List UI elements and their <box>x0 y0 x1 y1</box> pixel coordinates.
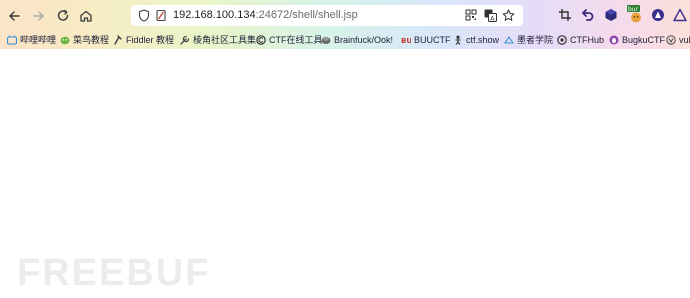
bookmark-bilibili[interactable]: 哔哩哔哩 <box>7 31 56 48</box>
bookmark-label: 菜鸟教程 <box>73 35 110 45</box>
bookmark-label: CTFHub <box>570 34 605 45</box>
fiddler-icon <box>113 34 123 45</box>
back-icon[interactable] <box>4 6 24 26</box>
bookmark-label: 棱角社区工具集 <box>193 35 257 45</box>
url-host: 192.168.100.134 <box>173 9 256 21</box>
browser-chrome: 192.168.100.134:24672/shell/shell.jsp A … <box>0 0 690 49</box>
bookmark-label: Brainfuck/Ook! <box>334 34 394 45</box>
ctfshow-icon <box>453 35 463 45</box>
circle-extension-icon[interactable] <box>649 6 667 24</box>
bookmark-label: 哔哩哔哩 <box>20 35 57 45</box>
bookmark-label: BUUCTF <box>414 34 451 45</box>
warning-extension-icon[interactable] <box>671 6 689 24</box>
bookmark-buuctf[interactable]: BU BUUCTF <box>401 31 451 48</box>
shield-icon[interactable] <box>137 8 151 22</box>
burp-extension-icon[interactable]: bur <box>626 4 646 24</box>
burp-badge-text: bur <box>628 6 639 13</box>
url-path: :24672/shell/shell.jsp <box>255 9 358 21</box>
buuctf-icon: BU <box>401 35 411 45</box>
runoob-icon <box>60 35 70 45</box>
address-bar[interactable]: 192.168.100.134:24672/shell/shell.jsp A <box>131 5 523 26</box>
bookmark-tools[interactable]: 棱角社区工具集 <box>180 31 256 48</box>
qr-code-icon[interactable] <box>464 8 478 22</box>
mozhe-icon <box>504 35 514 45</box>
bilibili-icon <box>7 34 17 45</box>
bookmark-fiddler[interactable]: Fiddler 教程 <box>113 31 174 48</box>
vulhub-icon <box>666 34 676 45</box>
freebuf-watermark: FREEBUF <box>17 252 211 294</box>
undo-icon[interactable] <box>579 6 597 24</box>
crop-icon[interactable] <box>556 6 574 24</box>
bookmark-label: CTF在线工具 <box>269 35 323 45</box>
bookmark-ctfhub[interactable]: CTFHub <box>557 31 604 48</box>
bookmark-runoob[interactable]: 菜鸟教程 <box>60 31 109 48</box>
bookmark-brainfuck[interactable]: Brainfuck/Ook! <box>321 31 393 48</box>
bugku-icon <box>609 35 619 45</box>
bookmark-label: vul <box>679 34 690 45</box>
bookmark-bugku[interactable]: BugkuCTF <box>609 31 665 48</box>
browser-toolbar: 192.168.100.134:24672/shell/shell.jsp A … <box>0 0 690 31</box>
forward-icon[interactable] <box>29 6 49 26</box>
brainfuck-icon <box>321 35 331 45</box>
bookmark-label: BugkuCTF <box>622 34 666 45</box>
cube-icon[interactable] <box>602 6 620 24</box>
translate-icon[interactable]: A <box>483 8 497 22</box>
bookmark-label: ctf.show <box>466 34 500 45</box>
ctfhub-icon <box>557 34 567 45</box>
bookmarks-bar: 哔哩哔哩 菜鸟教程 Fiddler 教程 棱角社区工具集 CTF在线工具 Bra… <box>0 31 690 48</box>
bookmark-ctf-tools[interactable]: CTF在线工具 <box>256 31 323 48</box>
svg-text:BU: BU <box>401 37 411 45</box>
url-text[interactable]: 192.168.100.134:24672/shell/shell.jsp <box>173 8 358 23</box>
bookmark-label: Fiddler 教程 <box>126 35 175 45</box>
ctf-tools-icon <box>256 34 266 45</box>
bookmark-ctfshow[interactable]: ctf.show <box>453 31 499 48</box>
tool-icon <box>180 35 190 45</box>
home-icon[interactable] <box>76 6 96 26</box>
bookmark-mozhe[interactable]: 墨者学院 <box>504 31 553 48</box>
star-icon[interactable] <box>501 8 515 22</box>
bookmark-label: 墨者学院 <box>517 35 554 45</box>
page-info-icon[interactable] <box>154 8 168 22</box>
reload-icon[interactable] <box>53 6 73 26</box>
bookmark-vulhub[interactable]: vul <box>666 31 690 48</box>
